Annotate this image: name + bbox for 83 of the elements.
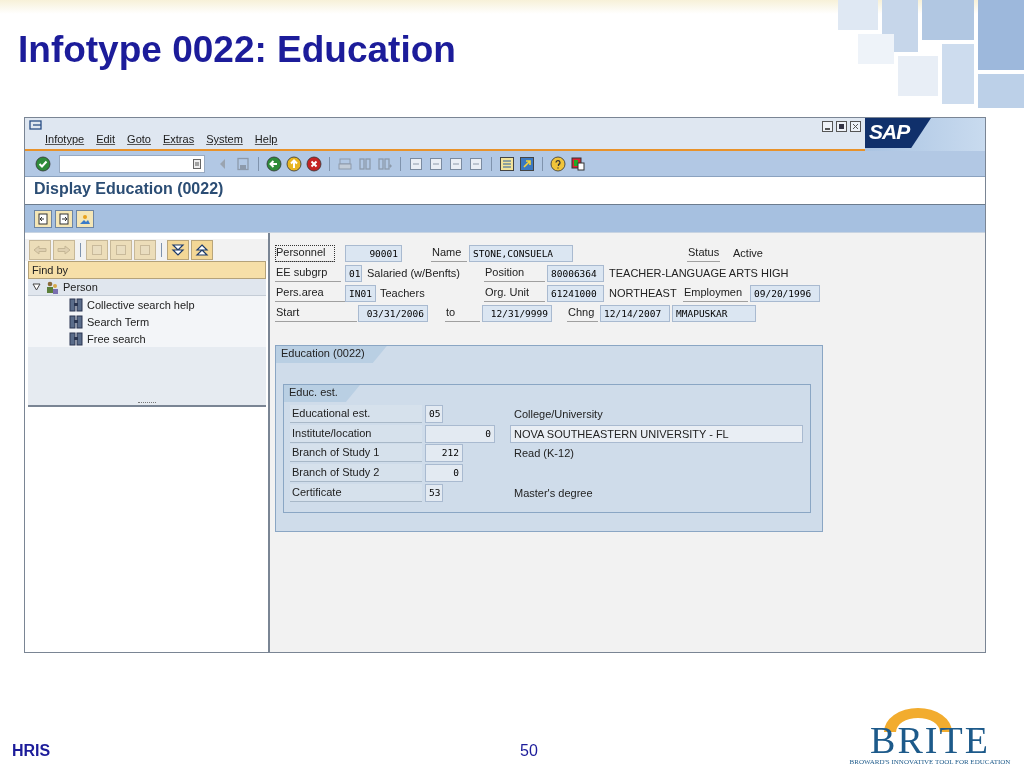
back-icon[interactable] [266, 155, 282, 172]
page-number: 50 [520, 742, 538, 760]
display-field[interactable]: STONE,CONSUELA [469, 244, 573, 262]
menu-item[interactable]: Extras [162, 133, 195, 147]
field-text: Teachers [380, 287, 426, 299]
field-text: College/University [513, 406, 604, 422]
field-text: Active [733, 247, 763, 259]
frame-title: Education (0022) [276, 346, 387, 363]
field-label: Position [484, 264, 545, 282]
field-label: Institute/location [290, 424, 422, 443]
screen-title: Display Education (0022) [34, 180, 224, 197]
tree-item[interactable]: Collective search help [28, 296, 266, 313]
field-label: Personnel [275, 244, 335, 262]
footer-label: HRIS [12, 742, 52, 760]
group-title: Educ. est. [284, 385, 360, 402]
field-text: Read (K-12) [513, 446, 575, 462]
display-field[interactable]: 90001 [345, 244, 402, 262]
field-label: EE subgrp [275, 264, 341, 282]
field-label: Org. Unit [484, 284, 545, 302]
display-field[interactable]: 80006364 [547, 264, 604, 282]
slide-title: Infotype 0022: Education [18, 28, 456, 72]
field-label: Start [275, 304, 357, 322]
close-icon[interactable] [850, 121, 861, 132]
find-by-header: Find by [28, 261, 266, 279]
display-field[interactable]: 12/31/9999 [482, 304, 552, 322]
field-label: Chng [567, 304, 598, 322]
display-field[interactable]: 05 [425, 404, 443, 423]
field-text: TEACHER-LANGUAGE ARTS HIGH [609, 267, 789, 279]
menu-item[interactable]: Infotype [45, 133, 85, 147]
display-field[interactable]: 01 [345, 264, 362, 282]
menu-item[interactable]: Help [254, 133, 278, 147]
display-field[interactable]: 61241000 [547, 284, 604, 302]
tree-label: Search Term [87, 315, 150, 328]
field-label: Employmen [683, 284, 748, 302]
cancel-icon[interactable] [306, 155, 322, 172]
people-icon [45, 280, 59, 294]
field-label: Branch of Study 2 [290, 463, 422, 482]
field-label: Certificate [290, 483, 422, 502]
menu-item[interactable]: Goto [127, 133, 151, 147]
menu-item[interactable]: System [206, 133, 243, 147]
system-menu-icon[interactable] [29, 120, 43, 131]
field-text: NORTHEAST [609, 287, 678, 299]
display-field[interactable]: 53 [425, 483, 443, 502]
field-text: Master's degree [513, 485, 594, 501]
expand-toggle-icon[interactable] [32, 283, 41, 291]
field-label: to [445, 304, 480, 322]
display-field[interactable]: NOVA SOUTHEASTERN UNIVERSITY - FL [510, 424, 803, 443]
field-label: Educational est. [290, 404, 422, 423]
new-session-icon[interactable] [499, 155, 515, 172]
field-label: Status [687, 244, 720, 262]
layout-icon[interactable] [570, 155, 586, 172]
brite-logo: BRITE [870, 722, 990, 758]
tree-label: Collective search help [87, 298, 195, 311]
sap-logo: SAP [865, 118, 931, 148]
binoculars-icon [69, 314, 83, 329]
tree-label: Free search [87, 332, 146, 345]
tree-node[interactable]: Person [28, 279, 266, 296]
display-field[interactable]: 03/31/2006 [358, 304, 428, 322]
dropdown-icon[interactable] [193, 158, 201, 169]
display-field[interactable]: 0 [425, 463, 463, 482]
display-field[interactable]: IN01 [345, 284, 376, 302]
command-field[interactable] [59, 154, 205, 173]
minimize-icon[interactable] [822, 121, 833, 132]
display-field[interactable]: 09/20/1996 [750, 284, 820, 302]
tree-label: Person [63, 281, 98, 293]
tree-item[interactable]: Search Term [28, 313, 266, 330]
enter-icon[interactable] [35, 155, 51, 172]
pane-splitter[interactable] [28, 402, 266, 407]
field-text: Salaried (w/Benfts) [367, 267, 461, 279]
binoculars-icon [69, 331, 83, 346]
display-field[interactable]: MMAPUSKAR [672, 304, 756, 322]
display-field[interactable]: 12/14/2007 [600, 304, 670, 322]
display-field[interactable]: 212 [425, 444, 463, 463]
field-label: Name [431, 244, 467, 262]
restore-icon[interactable] [836, 121, 847, 132]
help-icon[interactable] [550, 155, 566, 172]
menu-item[interactable]: Edit [96, 133, 116, 147]
binoculars-icon [69, 297, 83, 312]
display-field[interactable]: 0 [425, 424, 495, 443]
tree-item[interactable]: Free search [28, 330, 266, 347]
field-label: Branch of Study 1 [290, 444, 422, 463]
exit-icon[interactable] [286, 155, 302, 172]
shortcut-icon[interactable] [519, 155, 535, 172]
